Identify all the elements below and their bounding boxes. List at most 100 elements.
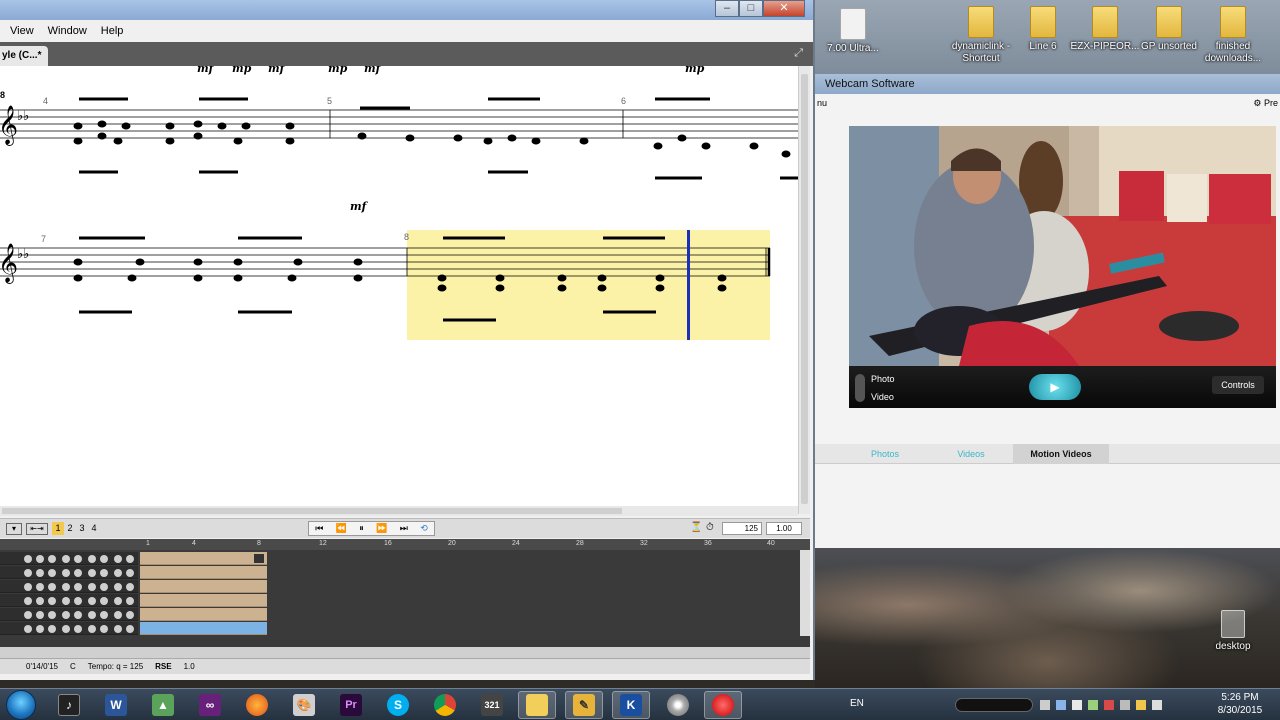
tracks-scrollbar[interactable] xyxy=(800,550,810,636)
track-row[interactable] xyxy=(0,580,810,593)
expand-icon[interactable]: ⤢ xyxy=(794,47,803,60)
image-viewer-icon: ▲ xyxy=(152,694,174,716)
menu-help[interactable]: Help xyxy=(101,25,124,37)
score-view[interactable]: 𝄞 𝄞 ♭♭ ♭♭ mf mp mf mp mf mp mf 4 5 6 7 8… xyxy=(0,66,798,506)
window-titlebar[interactable]: – □ ✕ xyxy=(0,0,813,20)
tab-photos[interactable]: Photos xyxy=(845,444,925,464)
metronome-icon[interactable]: ⏳ xyxy=(690,522,702,533)
tempo-field[interactable]: 125 xyxy=(722,522,762,535)
guitar-pro-icon: ♪ xyxy=(58,694,80,716)
status-rse[interactable]: RSE xyxy=(155,662,171,671)
windows-update-icon[interactable] xyxy=(1040,700,1050,710)
maximize-button[interactable]: □ xyxy=(739,0,763,17)
network-icon[interactable] xyxy=(1056,700,1066,710)
clapperboard-icon: 321 xyxy=(481,694,503,716)
taskbar-premiere[interactable]: Pr xyxy=(332,691,370,719)
score-vertical-scrollbar[interactable] xyxy=(798,66,810,514)
desktop-icon-label: finished downloads... xyxy=(1204,41,1262,64)
tab-motion-videos[interactable]: Motion Videos xyxy=(1013,444,1109,464)
tray-app-icon[interactable] xyxy=(1120,700,1130,710)
ruler-mark: 20 xyxy=(448,540,456,547)
volume-icon[interactable] xyxy=(1152,700,1162,710)
tray-app-icon[interactable] xyxy=(1136,700,1146,710)
rewind-icon[interactable]: ⏪ xyxy=(336,523,347,534)
fast-forward-icon[interactable]: ⏩ xyxy=(376,523,387,534)
loop-icon[interactable]: ⟲ xyxy=(420,523,428,534)
ruler-mark: 16 xyxy=(384,540,392,547)
menu-label[interactable]: nu xyxy=(817,94,827,112)
clock[interactable]: 5:26 PM 8/30/2015 xyxy=(1208,691,1272,717)
mode-video[interactable]: Video xyxy=(871,392,894,402)
ruler-mark: 32 xyxy=(640,540,648,547)
document-tab[interactable]: yle (C...* xyxy=(0,46,48,66)
taskbar-paint[interactable]: 🎨 xyxy=(285,691,323,719)
taskbar-word[interactable]: W xyxy=(97,691,135,719)
tray-app-icon[interactable] xyxy=(1104,700,1114,710)
track-row[interactable] xyxy=(0,594,810,607)
minimize-button[interactable]: – xyxy=(715,0,739,17)
mode-photo[interactable]: Photo xyxy=(871,374,895,384)
close-button[interactable]: ✕ xyxy=(763,0,805,17)
dynamic-marking: mp xyxy=(232,66,252,75)
page-button-1[interactable]: 1 xyxy=(52,522,64,535)
page-button-3[interactable]: 3 xyxy=(76,522,88,535)
taskbar-photos[interactable]: ▲ xyxy=(144,691,182,719)
desktop-icon[interactable]: 7.00 Ultra... xyxy=(818,8,888,55)
taskbar-chrome[interactable] xyxy=(426,691,464,719)
skip-end-icon[interactable]: ⏭ xyxy=(400,523,408,534)
recorder-tray-widget[interactable] xyxy=(955,698,1033,712)
tab-videos[interactable]: Videos xyxy=(931,444,1011,464)
dynamic-marking: mf xyxy=(268,66,285,75)
taskbar-guitar-pro[interactable]: ♪ xyxy=(50,691,88,719)
taskbar-media-player[interactable]: 321 xyxy=(473,691,511,719)
notification-icon[interactable] xyxy=(1072,700,1082,710)
desktop-icon[interactable]: dynamiclink - Shortcut xyxy=(946,6,1016,65)
score-notation: 𝄞 𝄞 ♭♭ ♭♭ xyxy=(0,97,798,340)
dropdown-icon[interactable]: ▾ xyxy=(6,522,22,535)
measure-number: 7 xyxy=(41,234,47,244)
tracks-horizontal-scrollbar[interactable] xyxy=(0,647,810,658)
desktop-icon-label: desktop xyxy=(1215,641,1251,652)
folder-icon xyxy=(526,694,548,716)
track-row[interactable] xyxy=(0,566,810,579)
taskbar-firefox[interactable] xyxy=(238,691,276,719)
score-horizontal-scrollbar[interactable] xyxy=(0,506,798,516)
preferences-link[interactable]: ⚙ Pre xyxy=(1253,94,1278,112)
tray-app-icon[interactable] xyxy=(1088,700,1098,710)
palette-icon: 🎨 xyxy=(293,694,315,716)
speed-field[interactable]: 1.00 xyxy=(766,522,802,535)
taskbar-app-tools[interactable]: ✎ xyxy=(565,691,603,719)
page-button-2[interactable]: 2 xyxy=(64,522,76,535)
skip-start-icon[interactable]: ⏮ xyxy=(315,523,323,534)
status-time: 0'14/0'15 xyxy=(26,662,58,671)
desktop-icon[interactable]: GP unsorted xyxy=(1134,6,1204,53)
desktop-icon[interactable]: Line 6 xyxy=(1008,6,1078,53)
menu-view[interactable]: View xyxy=(10,25,34,37)
taskbar-app-k[interactable]: K xyxy=(612,691,650,719)
taskbar-visual-studio[interactable]: ∞ xyxy=(191,691,229,719)
language-indicator[interactable]: EN xyxy=(850,698,864,709)
taskbar-skype[interactable]: S xyxy=(379,691,417,719)
taskbar-app-disc[interactable] xyxy=(659,691,697,719)
staff-system-1 xyxy=(0,109,798,139)
countdown-icon[interactable]: ⏱ xyxy=(706,522,714,533)
controls-button[interactable]: Controls xyxy=(1212,376,1264,394)
taskbar-app-record[interactable] xyxy=(704,691,742,719)
mode-toggle[interactable] xyxy=(855,374,865,402)
record-button[interactable]: ▶ xyxy=(1029,374,1081,400)
start-button[interactable] xyxy=(6,690,36,720)
track-row[interactable] xyxy=(0,608,810,621)
layout-icon[interactable]: ⇤⇥ xyxy=(26,522,48,535)
desktop-icon[interactable]: EZX-PIPEOR... xyxy=(1070,6,1140,53)
pause-icon[interactable]: ⏸ xyxy=(359,523,364,534)
track-row[interactable] xyxy=(0,552,810,565)
menu-window[interactable]: Window xyxy=(48,25,87,37)
desktop-icon[interactable]: finished downloads... xyxy=(1198,6,1268,65)
taskbar-explorer[interactable] xyxy=(518,691,556,719)
notes-system-1 xyxy=(73,97,798,180)
measure-number: 5 xyxy=(327,96,333,106)
webcam-titlebar[interactable]: Webcam Software xyxy=(815,74,1280,94)
track-row[interactable] xyxy=(0,622,810,635)
desktop-icon-trash[interactable]: desktop xyxy=(1198,610,1268,653)
page-button-4[interactable]: 4 xyxy=(88,522,100,535)
